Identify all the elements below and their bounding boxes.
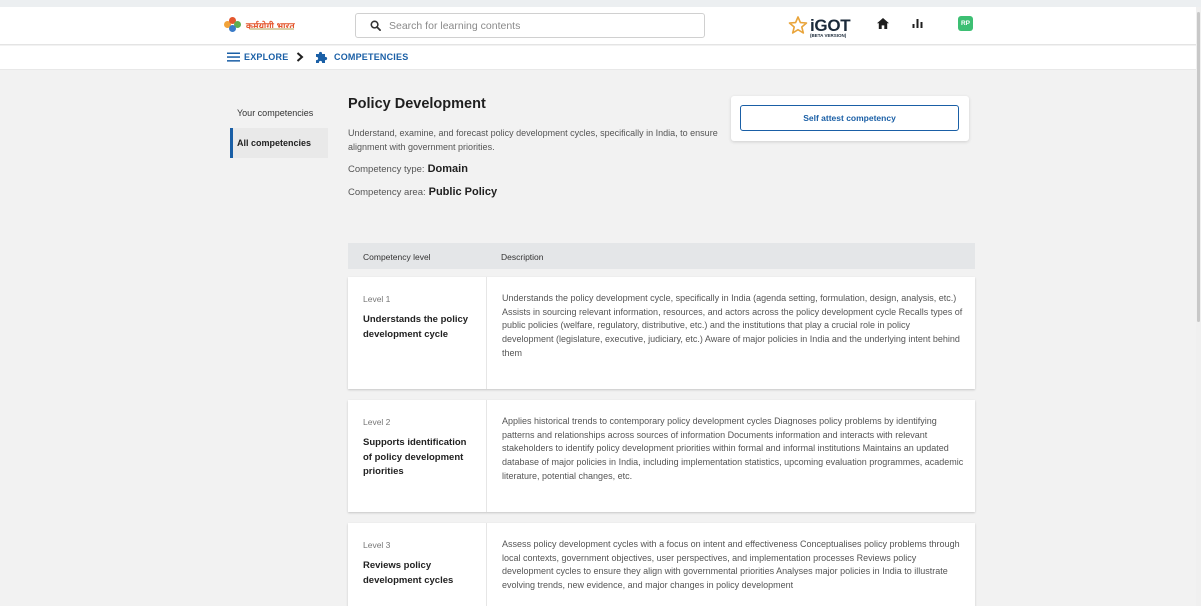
menu-icon[interactable]: [226, 51, 240, 63]
self-attest-button[interactable]: Self attest competency: [740, 105, 959, 131]
level-number: Level 2: [363, 417, 391, 427]
search-input[interactable]: [389, 19, 679, 32]
igot-brand[interactable]: iGOT (BETA VERSION): [788, 15, 851, 38]
competency-description: Understand, examine, and forecast policy…: [348, 128, 718, 152]
sidebar-item-label: Your competencies: [237, 108, 314, 118]
column-header-level: Competency level: [363, 252, 431, 262]
puzzle-icon: [314, 50, 328, 64]
table-header: Competency level Description: [348, 243, 975, 269]
sidebar-item-all-competencies[interactable]: All competencies: [230, 128, 328, 158]
breadcrumb: EXPLORE COMPETENCIES: [0, 46, 1198, 70]
level-description: Assess policy development cycles with a …: [502, 539, 960, 591]
competency-type-value: Domain: [427, 163, 468, 175]
level-cell: Level 3 Reviews policy development cycle…: [348, 523, 487, 606]
competency-type: Competency type: Domain: [348, 163, 468, 175]
page-title: Policy Development: [348, 96, 486, 112]
top-header: कर्मयोगी भारत iGOT (BETA VERSION) RP: [0, 7, 1198, 45]
level-description: Applies historical trends to contemporar…: [502, 416, 964, 481]
karmayogi-logo[interactable]: कर्मयोगी भारत: [222, 13, 302, 37]
home-icon[interactable]: [876, 16, 890, 30]
logo-tagline-bar: [250, 28, 294, 30]
attest-card: Self attest competency: [731, 96, 969, 141]
level-number: Level 1: [363, 294, 391, 304]
level-description: Understands the policy development cycle…: [502, 293, 963, 358]
table-row: Level 3 Reviews policy development cycle…: [348, 523, 975, 606]
sidebar-item-your-competencies[interactable]: Your competencies: [230, 98, 328, 128]
level-name: Understands the policy development cycle: [363, 314, 469, 340]
user-avatar[interactable]: RP: [958, 16, 973, 31]
competency-area-label: Competency area:: [348, 187, 426, 198]
scrollbar-thumb[interactable]: [1197, 12, 1200, 322]
table-row: Level 2 Supports identification of polic…: [348, 400, 975, 512]
table-row: Level 1 Understands the policy developme…: [348, 277, 975, 389]
column-header-description: Description: [501, 252, 544, 262]
competency-area: Competency area: Public Policy: [348, 186, 497, 198]
brand-name: iGOT: [810, 15, 851, 35]
search-box[interactable]: [355, 13, 705, 38]
beta-badge: (BETA VERSION): [810, 33, 847, 38]
level-name: Reviews policy development cycles: [363, 560, 454, 586]
window-top-edge: [0, 0, 1201, 7]
stats-icon[interactable]: [910, 16, 924, 30]
competency-type-label: Competency type:: [348, 164, 425, 175]
level-cell: Level 1 Understands the policy developme…: [348, 277, 487, 389]
logo-flower-icon: [222, 15, 242, 35]
star-logo-icon: [788, 16, 808, 34]
breadcrumb-explore[interactable]: EXPLORE: [244, 52, 288, 62]
search-icon: [370, 20, 381, 31]
level-name: Supports identification of policy develo…: [363, 437, 467, 477]
level-cell: Level 2 Supports identification of polic…: [348, 400, 487, 512]
level-number: Level 3: [363, 540, 391, 550]
chevron-right-icon: [294, 51, 306, 63]
sidebar-item-label: All competencies: [237, 138, 312, 148]
breadcrumb-competencies[interactable]: COMPETENCIES: [334, 52, 408, 62]
competency-area-value: Public Policy: [428, 186, 498, 198]
